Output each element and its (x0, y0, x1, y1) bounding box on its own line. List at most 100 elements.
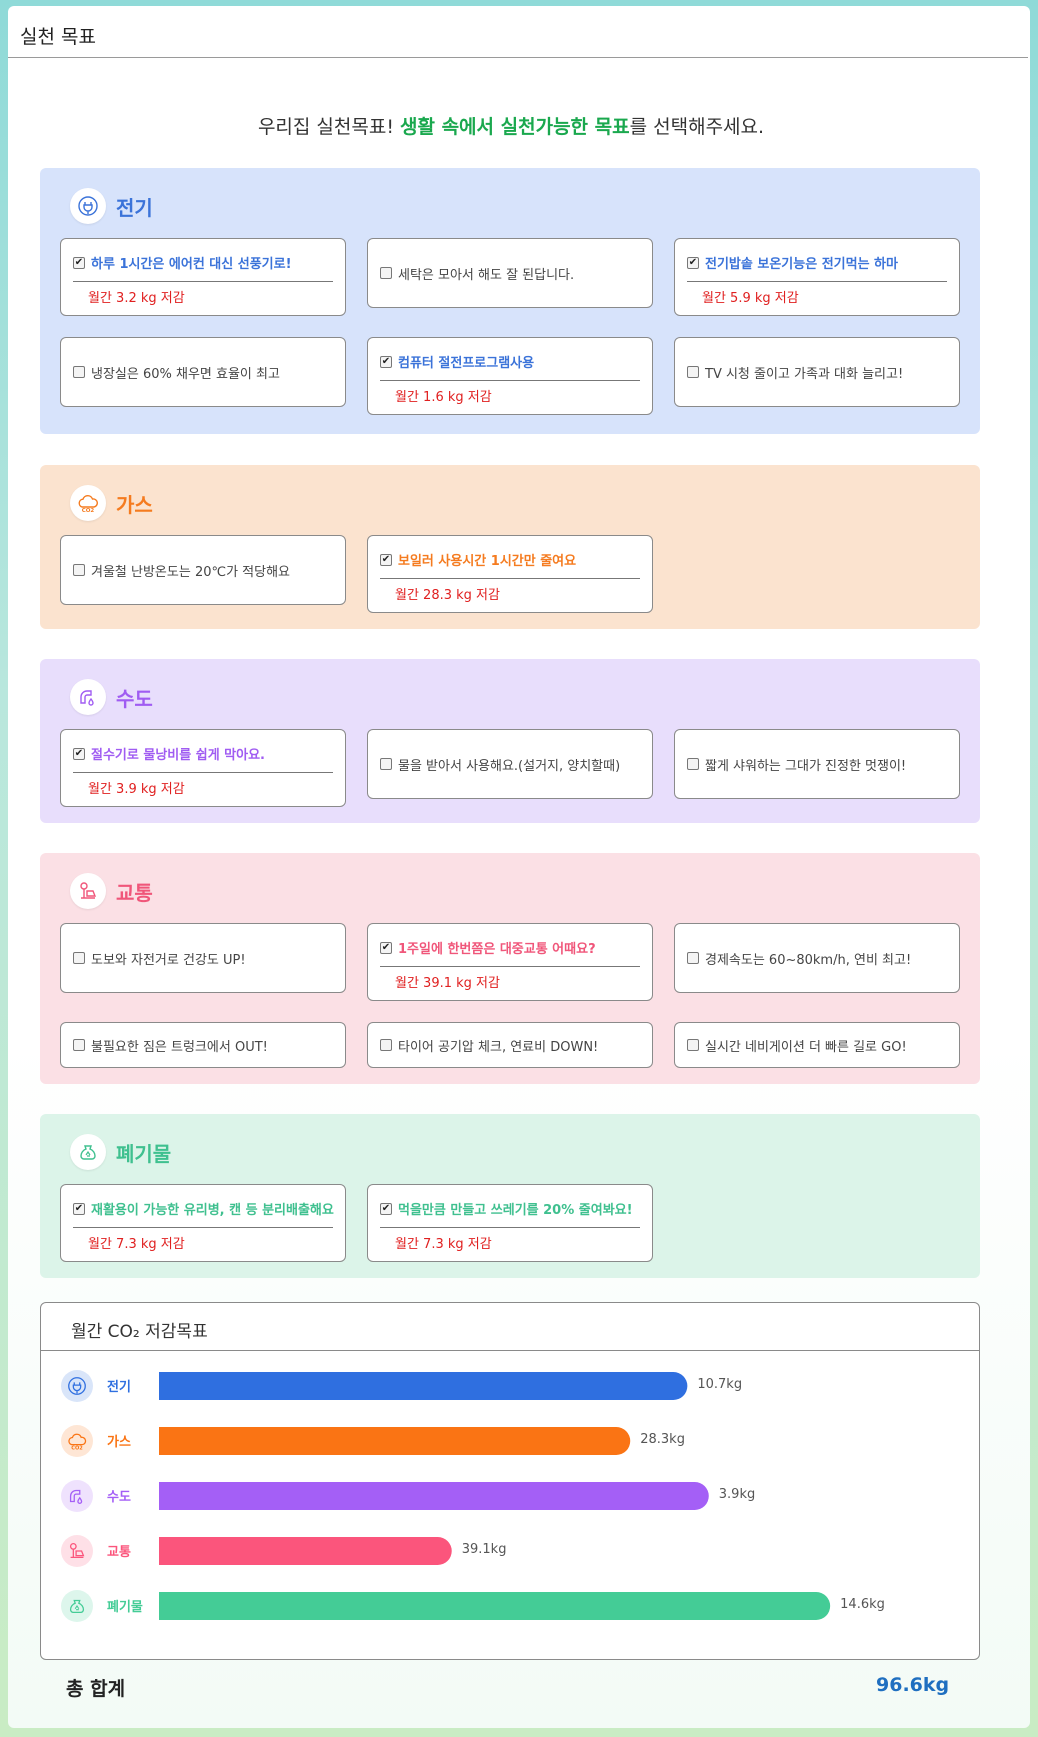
checkbox[interactable] (73, 1039, 85, 1051)
goal-text: 절수기로 물낭비를 쉽게 막아요. (91, 748, 265, 763)
goal-card[interactable]: 불필요한 짐은 트렁크에서 OUT! (60, 1022, 346, 1068)
co2-cloud-icon: CO2 (70, 485, 106, 521)
chart-bar (159, 1427, 631, 1455)
goal-label: ✔ 먹을만큼 만들고 쓰레기를 20% 줄여봐요! (380, 1199, 633, 1218)
intro-post: 를 선택해주세요. (629, 116, 765, 138)
intro-pre: 우리집 실천목표! (257, 116, 400, 138)
goal-label: 도보와 자전거로 건강도 UP! (73, 924, 246, 992)
divider (380, 966, 640, 967)
goal-text: TV 시청 줄이고 가족과 대화 늘리고! (705, 366, 904, 382)
divider (73, 281, 333, 282)
checkbox[interactable] (73, 564, 85, 576)
checked-checkbox[interactable]: ✔ (380, 553, 392, 566)
goal-card[interactable]: ✔ 절수기로 물낭비를 쉽게 막아요. 월간 3.9 kg 저감 (60, 729, 346, 807)
goal-label: 겨울철 난방온도는 20℃가 적당해요 (73, 536, 290, 604)
goal-card[interactable]: 도보와 자전거로 건강도 UP! (60, 923, 346, 993)
checkbox[interactable] (687, 758, 699, 770)
checkbox[interactable] (687, 1039, 699, 1051)
divider (380, 1227, 640, 1228)
chart-category-label: 폐기물 (107, 1600, 143, 1615)
goal-card[interactable]: 타이어 공기압 체크, 연료비 DOWN! (367, 1022, 653, 1068)
divider (73, 772, 333, 773)
goal-label: ✔ 전기밥솥 보온기능은 전기먹는 하마 (687, 253, 898, 272)
goal-card[interactable]: TV 시청 줄이고 가족과 대화 늘리고! (674, 337, 960, 407)
goal-label: 물을 받아서 사용해요.(설거지, 양치할때) (380, 730, 620, 798)
saving-amount: 월간 7.3 kg 저감 (88, 1237, 185, 1252)
saving-amount: 월간 5.9 kg 저감 (702, 291, 799, 306)
divider (380, 380, 640, 381)
section-2: CO2 가스 겨울철 난방온도는 20℃가 적당해요 ✔ 보일러 사용시간 1시간만 줄… (40, 465, 980, 629)
checkbox[interactable] (73, 366, 85, 378)
chart-value-label: 39.1kg (462, 1542, 507, 1557)
goal-text: 1주일에 한번쯤은 대중교통 어때요? (398, 942, 596, 957)
section-1: 전기 ✔ 하루 1시간은 에어컨 대신 선풍기로! 월간 3.2 kg 저감 세탁은 모… (40, 168, 980, 434)
panel-header: 실천 목표 (8, 6, 1028, 58)
chart-bar (159, 1537, 452, 1565)
goal-text: 불필요한 짐은 트렁크에서 OUT! (91, 1039, 268, 1055)
goal-card[interactable]: 경제속도는 60~80km/h, 연비 최고! (674, 923, 960, 993)
checkbox[interactable] (380, 267, 392, 279)
goal-label: ✔ 1주일에 한번쯤은 대중교통 어때요? (380, 938, 596, 957)
goal-label: ✔ 컴퓨터 절전프로그램사용 (380, 352, 534, 371)
section-header: 수도 (70, 679, 153, 715)
checked-checkbox[interactable]: ✔ (687, 256, 699, 269)
checked-checkbox[interactable]: ✔ (73, 256, 85, 269)
checkbox[interactable] (73, 952, 85, 964)
chart-category-label: 수도 (107, 1490, 131, 1505)
checked-checkbox[interactable]: ✔ (380, 355, 392, 368)
total-value: 96.6kg (876, 1674, 950, 1696)
goal-text: 먹을만큼 만들고 쓰레기를 20% 줄여봐요! (398, 1203, 633, 1218)
chart-category-label: 전기 (107, 1379, 131, 1395)
goal-label: 냉장실은 60% 채우면 효율이 최고 (73, 338, 280, 406)
goal-text: 컴퓨터 절전프로그램사용 (398, 356, 535, 371)
checked-checkbox[interactable]: ✔ (380, 941, 392, 954)
goal-text: 세탁은 모아서 해도 잘 된답니다. (398, 267, 575, 283)
chart-category-label: 교통 (107, 1545, 131, 1560)
goal-text: 실시간 네비게이션 더 빠른 길로 GO! (705, 1039, 907, 1055)
section-5: 폐기물 ✔ 재활용이 가능한 유리병, 캔 등 분리배출해요월간 7.3 kg 저감… (40, 1114, 980, 1278)
goal-text: 하루 1시간은 에어컨 대신 선풍기로! (91, 257, 292, 272)
goal-card[interactable]: 실시간 네비게이션 더 빠른 길로 GO! (674, 1022, 960, 1068)
checkbox[interactable] (380, 758, 392, 770)
saving-amount: 월간 1.6 kg 저감 (395, 390, 492, 405)
recycle-bag-icon (61, 1590, 93, 1622)
goal-card[interactable]: ✔ 재활용이 가능한 유리병, 캔 등 분리배출해요월간 7.3 kg 저감 (60, 1184, 346, 1262)
checked-checkbox[interactable]: ✔ (73, 1202, 85, 1215)
goal-card[interactable]: ✔ 보일러 사용시간 1시간만 줄여요 월간 28.3 kg 저감 (367, 535, 653, 613)
goal-label: 짧게 샤워하는 그대가 진정한 멋쟁이! (687, 730, 906, 798)
total-label: 총 합계 (66, 1678, 126, 1700)
faucet-icon (61, 1480, 93, 1512)
goal-label: 타이어 공기압 체크, 연료비 DOWN! (380, 1023, 598, 1067)
section-header: 폐기물 (70, 1134, 171, 1170)
divider (687, 281, 947, 282)
goal-text: 재활용이 가능한 유리병, 캔 등 분리배출해요 (91, 1203, 334, 1218)
plug-icon (70, 188, 106, 224)
checkbox[interactable] (687, 366, 699, 378)
goal-card[interactable]: ✔ 컴퓨터 절전프로그램사용월간 1.6 kg 저감 (367, 337, 653, 415)
goal-card[interactable]: ✔ 하루 1시간은 에어컨 대신 선풍기로! 월간 3.2 kg 저감 (60, 238, 346, 316)
goal-card[interactable]: 냉장실은 60% 채우면 효율이 최고 (60, 337, 346, 407)
goal-label: ✔ 하루 1시간은 에어컨 대신 선풍기로! (73, 253, 292, 272)
goal-card[interactable]: ✔ 1주일에 한번쯤은 대중교통 어때요? 월간 39.1 kg 저감 (367, 923, 653, 1001)
section-name: 교통 (116, 880, 153, 905)
checked-checkbox[interactable]: ✔ (380, 1202, 392, 1215)
goal-card[interactable]: 겨울철 난방온도는 20℃가 적당해요 (60, 535, 346, 605)
goal-label: 세탁은 모아서 해도 잘 된답니다. (380, 239, 574, 307)
goal-card[interactable]: ✔ 전기밥솥 보온기능은 전기먹는 하마월간 5.9 kg 저감 (674, 238, 960, 316)
goal-card[interactable]: 짧게 샤워하는 그대가 진정한 멋쟁이! (674, 729, 960, 799)
saving-amount: 월간 3.9 kg 저감 (88, 782, 185, 797)
goal-label: 불필요한 짐은 트렁크에서 OUT! (73, 1023, 268, 1067)
goal-label: 실시간 네비게이션 더 빠른 길로 GO! (687, 1023, 907, 1067)
goal-card[interactable]: 물을 받아서 사용해요.(설거지, 양치할때) (367, 729, 653, 799)
checkbox[interactable] (380, 1039, 392, 1051)
svg-text:CO2: CO2 (71, 1445, 83, 1451)
checkbox[interactable] (687, 952, 699, 964)
goal-card[interactable]: 세탁은 모아서 해도 잘 된답니다. (367, 238, 653, 308)
chart-value-label: 28.3kg (640, 1432, 685, 1447)
goal-card[interactable]: ✔ 먹을만큼 만들고 쓰레기를 20% 줄여봐요! 월간 7.3 kg 저감 (367, 1184, 653, 1262)
goal-text: 도보와 자전거로 건강도 UP! (91, 952, 246, 968)
goal-label: ✔ 재활용이 가능한 유리병, 캔 등 분리배출해요 (73, 1199, 334, 1218)
saving-amount: 월간 28.3 kg 저감 (395, 588, 500, 603)
divider (73, 1227, 333, 1228)
checked-checkbox[interactable]: ✔ (73, 747, 85, 760)
